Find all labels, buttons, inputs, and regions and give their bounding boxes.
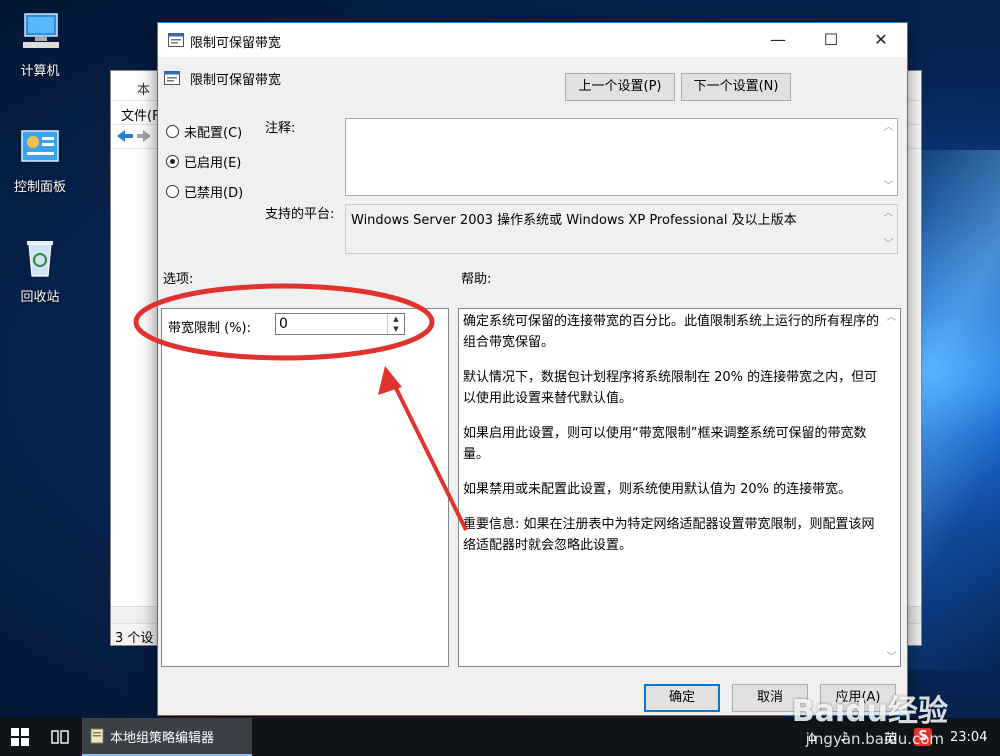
help-paragraph: 默认情况下，数据包计划程序将系统限制在 20% 的连接带宽之内，但可以使用此设置… bbox=[463, 370, 878, 406]
watermark-brand: Baidu经验 bbox=[791, 694, 948, 729]
scroll-down-icon[interactable]: ﹀ bbox=[880, 178, 897, 195]
platform-label: 支持的平台: bbox=[265, 207, 335, 222]
scroll-up-icon[interactable]: ︿ bbox=[883, 309, 900, 326]
radio-label: 已禁用(D) bbox=[184, 186, 244, 201]
windows-logo-icon bbox=[11, 728, 29, 746]
control-panel-icon bbox=[21, 130, 59, 162]
bandwidth-limit-spinner[interactable]: 0 ▲ ▼ bbox=[275, 313, 405, 335]
radio-label: 未配置(C) bbox=[184, 126, 243, 141]
setting-title: 限制可保留带宽 bbox=[190, 73, 282, 88]
comment-textarea[interactable]: ︿ ﹀ bbox=[345, 118, 898, 196]
help-paragraph: 如果禁用或未配置此设置，则系统使用默认值为 20% 的连接带宽。 bbox=[463, 482, 852, 497]
bandwidth-limit-label: 带宽限制 (%): bbox=[168, 321, 252, 336]
desktop-icon-label: 回收站 bbox=[20, 290, 60, 305]
spin-up-icon[interactable]: ▲ bbox=[387, 314, 404, 324]
bandwidth-limit-value[interactable]: 0 bbox=[279, 316, 288, 332]
comment-scrollbar[interactable]: ︿ ﹀ bbox=[880, 119, 897, 195]
dialog-titlebar[interactable]: 限制可保留带宽 — ☐ ✕ bbox=[158, 23, 907, 57]
minimize-icon[interactable]: — bbox=[755, 23, 801, 57]
maximize-icon[interactable]: ☐ bbox=[808, 23, 854, 57]
radio-disabled[interactable]: 已禁用(D) bbox=[166, 182, 243, 201]
scroll-up-icon[interactable]: ︿ bbox=[880, 205, 897, 222]
radio-indicator[interactable] bbox=[166, 185, 179, 198]
scroll-up-icon[interactable]: ︿ bbox=[880, 119, 897, 136]
radio-indicator[interactable] bbox=[166, 125, 179, 138]
radio-label: 已启用(E) bbox=[184, 156, 242, 171]
desktop-icon-control-panel[interactable]: 控制面板 bbox=[0, 128, 80, 195]
help-paragraph: 如果启用此设置，则可以使用“带宽限制”框来调整系统可保留的带宽数量。 bbox=[463, 426, 867, 462]
watermark-site: jingyan.baidu.com bbox=[805, 730, 944, 748]
platform-scrollbar[interactable]: ︿ ﹀ bbox=[880, 205, 897, 253]
platform-value: Windows Server 2003 操作系统或 Windows XP Pro… bbox=[351, 213, 797, 228]
spin-down-icon[interactable]: ▼ bbox=[387, 324, 404, 334]
policy-setting-dialog: 限制可保留带宽 — ☐ ✕ 限制可保留带宽 上一个设置(P) 下一个设置(N) … bbox=[157, 22, 908, 716]
back-forward-icons[interactable] bbox=[111, 125, 157, 147]
policy-editor-app-icon bbox=[90, 728, 104, 744]
close-icon[interactable]: ✕ bbox=[858, 23, 904, 57]
next-setting-button[interactable]: 下一个设置(N) bbox=[681, 73, 791, 101]
help-pane: 确定系统可保留的连接带宽的百分比。此值限制系统上运行的所有程序的组合带宽保留。 … bbox=[458, 308, 901, 667]
setting-icon bbox=[164, 71, 180, 85]
recycle-bin-icon bbox=[27, 241, 53, 277]
desktop-icon-recycle-bin[interactable]: 回收站 bbox=[0, 238, 80, 305]
taskbar-app-label: 本地组策略编辑器 bbox=[110, 730, 215, 746]
desktop-icon-computer[interactable]: 计算机 bbox=[0, 12, 80, 79]
scroll-down-icon[interactable]: ﹀ bbox=[883, 649, 900, 666]
help-paragraph: 重要信息: 如果在注册表中为特定网络适配器设置带宽限制，则配置该网络适配器时就会… bbox=[463, 517, 875, 553]
previous-setting-button[interactable]: 上一个设置(P) bbox=[565, 73, 675, 101]
policy-icon bbox=[168, 33, 184, 47]
taskbar-app-policy-editor[interactable]: 本地组策略编辑器 bbox=[82, 718, 252, 756]
computer-icon bbox=[23, 13, 59, 48]
task-view-icon bbox=[51, 730, 69, 744]
help-scrollbar[interactable]: ︿ ﹀ bbox=[883, 309, 900, 666]
desktop-icon-label: 计算机 bbox=[20, 64, 60, 79]
clock[interactable]: 23:04 bbox=[950, 718, 994, 756]
help-paragraph: 确定系统可保留的连接带宽的百分比。此值限制系统上运行的所有程序的组合带宽保留。 bbox=[463, 314, 880, 350]
options-pane: 带宽限制 (%): 0 ▲ ▼ bbox=[161, 308, 449, 667]
start-button[interactable] bbox=[0, 718, 40, 756]
dialog-title: 限制可保留带宽 bbox=[190, 36, 282, 51]
radio-not-configured[interactable]: 未配置(C) bbox=[166, 122, 242, 141]
platform-textbox: Windows Server 2003 操作系统或 Windows XP Pro… bbox=[345, 204, 898, 254]
scroll-down-icon[interactable]: ﹀ bbox=[880, 236, 897, 253]
task-view-button[interactable] bbox=[44, 718, 76, 756]
help-label: 帮助: bbox=[461, 272, 492, 287]
radio-enabled[interactable]: 已启用(E) bbox=[166, 152, 241, 171]
ok-button[interactable]: 确定 bbox=[644, 684, 720, 712]
desktop-icon-label: 控制面板 bbox=[13, 180, 66, 195]
options-label: 选项: bbox=[163, 272, 194, 287]
radio-indicator[interactable] bbox=[166, 155, 179, 168]
comment-label: 注释: bbox=[265, 121, 296, 136]
